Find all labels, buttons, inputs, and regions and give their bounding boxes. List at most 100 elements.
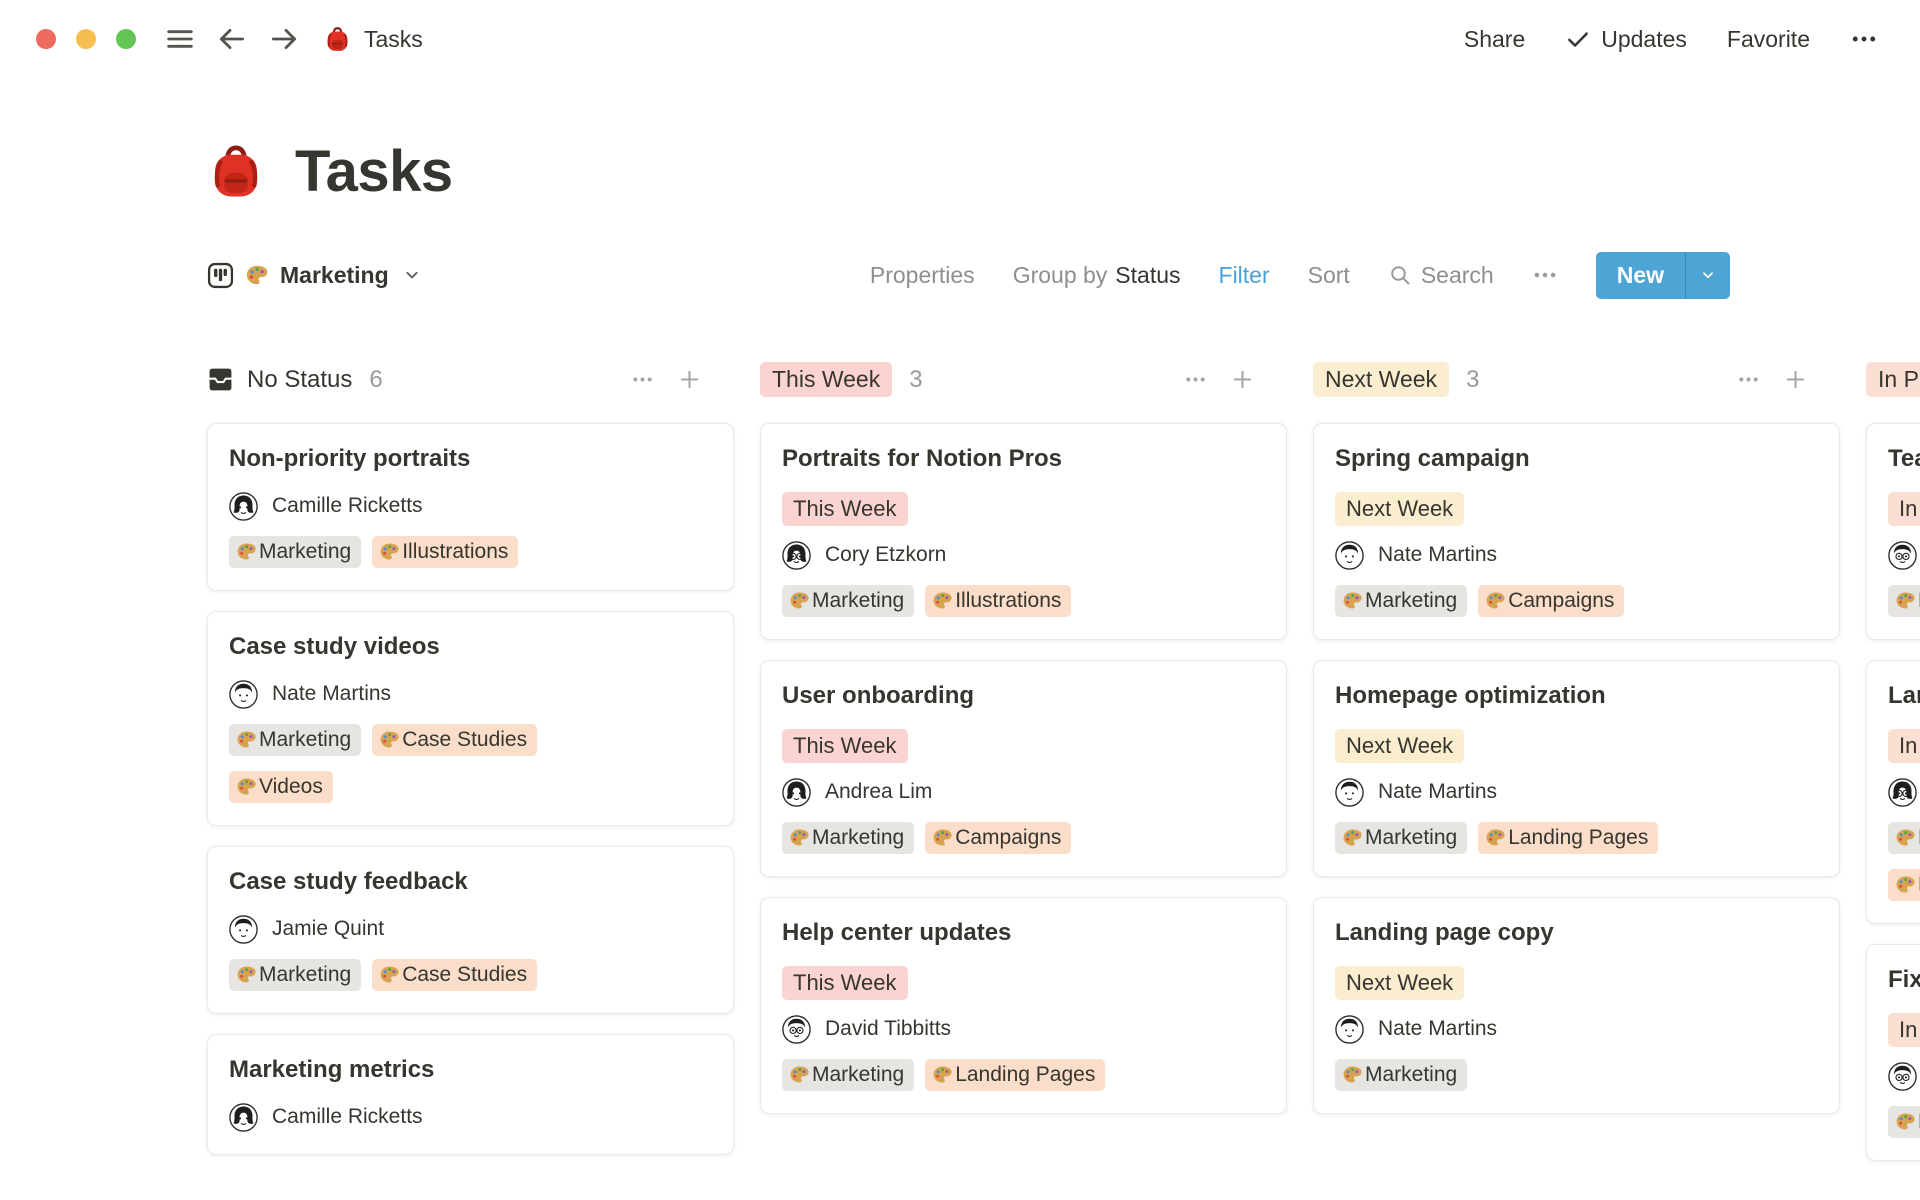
task-card[interactable]: Homepage optimizationNext WeekNate Marti… (1313, 660, 1840, 877)
task-card[interactable]: Marketing metrics Camille Ricketts (207, 1034, 734, 1155)
maximize-window-button[interactable] (116, 29, 136, 49)
tag: Marketing (229, 959, 361, 991)
sort-button[interactable]: Sort (1308, 262, 1350, 289)
add-card-icon[interactable] (1784, 368, 1808, 392)
status-badge: In P (1888, 492, 1920, 526)
card-status-row: This Week (782, 492, 1265, 526)
card-tags-row: Marketing Case Studies (229, 724, 712, 756)
assignee: Camille Ricketts (229, 1103, 712, 1132)
task-card[interactable]: Portraits for Notion ProsThis WeekCory E… (760, 423, 1287, 640)
add-card-icon[interactable] (678, 368, 702, 392)
column-status-badge[interactable]: In Pr (1866, 362, 1920, 397)
palette-icon (932, 590, 953, 611)
card-title: Case study feedback (229, 867, 712, 897)
card-tags-row: MarketingIllustrations (782, 585, 1265, 617)
column-cards: Portraits for Notion ProsThis WeekCory E… (760, 423, 1287, 1114)
search-button[interactable]: Search (1388, 262, 1494, 289)
palette-icon (1485, 827, 1506, 848)
checkmark-icon (1565, 26, 1591, 52)
task-card[interactable]: TearIn PDM (1866, 423, 1920, 640)
tag: Landing Pages (925, 1059, 1105, 1091)
tag: M (1888, 822, 1920, 854)
column-controls (1737, 368, 1840, 392)
task-card[interactable]: Non-priority portraitsCamille RickettsMa… (207, 423, 734, 591)
favorite-button[interactable]: Favorite (1727, 26, 1810, 53)
task-card[interactable]: Fix sIn PDM (1866, 944, 1920, 1161)
tag: Marketing (1335, 822, 1467, 854)
more-options-icon[interactable] (1850, 25, 1878, 53)
tag-label: Landing Pages (955, 1063, 1095, 1087)
tag: Campaigns (925, 822, 1071, 854)
filter-button[interactable]: Filter (1219, 262, 1270, 289)
tag: L (1888, 869, 1920, 901)
share-button[interactable]: Share (1464, 26, 1525, 53)
assignee-avatar (782, 1015, 811, 1044)
column-controls (631, 368, 734, 392)
assignee-avatar (1888, 1062, 1917, 1091)
tag: Marketing (229, 724, 361, 756)
card-title: Marketing metrics (229, 1055, 712, 1085)
inbox-icon (207, 366, 234, 393)
palette-icon (236, 729, 257, 750)
card-tags-row: Marketing (1335, 1059, 1818, 1091)
card-title: User onboarding (782, 681, 1265, 711)
card-status-row: This Week (782, 966, 1265, 1000)
view-switcher[interactable]: Marketing (207, 262, 422, 289)
assignee-avatar (782, 541, 811, 570)
task-card[interactable]: User onboardingThis WeekAndrea LimMarket… (760, 660, 1287, 877)
task-card[interactable]: Help center updatesThis WeekDavid Tibbit… (760, 897, 1287, 1114)
assignee-name: Andrea Lim (825, 780, 932, 804)
sidebar-menu-icon[interactable] (164, 23, 196, 55)
column-more-icon[interactable] (1737, 368, 1761, 392)
tag-label: Marketing (812, 1063, 904, 1087)
assignee-avatar (1335, 778, 1364, 807)
updates-button[interactable]: Updates (1565, 26, 1687, 53)
back-arrow-icon[interactable] (216, 23, 248, 55)
task-card[interactable]: Spring campaignNext WeekNate MartinsMark… (1313, 423, 1840, 640)
board-column-next-week: Next Week3Spring campaignNext WeekNate M… (1313, 361, 1840, 1161)
new-dropdown-button[interactable] (1686, 252, 1730, 299)
palette-icon (789, 1064, 810, 1085)
breadcrumb[interactable]: Tasks (324, 26, 423, 53)
page-title[interactable]: Tasks (295, 140, 453, 204)
task-card[interactable]: Case study videosNate MartinsMarketingCa… (207, 611, 734, 826)
task-card[interactable]: Case study feedbackJamie QuintMarketingC… (207, 846, 734, 1014)
column-status-badge[interactable]: Next Week (1313, 362, 1449, 397)
card-title: Tear (1888, 444, 1920, 474)
palette-icon (1342, 1064, 1363, 1085)
column-header: No Status6 (207, 361, 734, 399)
properties-button[interactable]: Properties (870, 262, 975, 289)
tag-label: Marketing (259, 728, 351, 752)
page-backpack-icon[interactable] (207, 143, 265, 201)
task-card[interactable]: LandIn PCML (1866, 660, 1920, 924)
column-cards: TearIn PDMLandIn PCMLFix sIn PDM (1866, 423, 1920, 1161)
tag-label: Marketing (1365, 589, 1457, 613)
add-card-icon[interactable] (1231, 368, 1255, 392)
board-column-this-week: This Week3Portraits for Notion ProsThis … (760, 361, 1287, 1161)
chevron-down-icon (402, 265, 422, 285)
column-more-icon[interactable] (631, 368, 655, 392)
status-badge: Next Week (1335, 729, 1464, 763)
close-window-button[interactable] (36, 29, 56, 49)
column-more-icon[interactable] (1184, 368, 1208, 392)
forward-arrow-icon[interactable] (268, 23, 300, 55)
page-header: Tasks (207, 140, 1920, 204)
tag: Marketing (1335, 1059, 1467, 1091)
assignee: C (1888, 778, 1920, 807)
column-label: No Status (247, 366, 352, 394)
palette-icon (1342, 590, 1363, 611)
column-title[interactable]: No Status (207, 366, 352, 394)
new-button[interactable]: New (1596, 252, 1730, 299)
tag-label: Videos (259, 775, 323, 799)
group-by-button[interactable]: Group byStatus (1013, 262, 1181, 289)
tag: Landing Pages (1478, 822, 1658, 854)
assignee-avatar (782, 778, 811, 807)
task-card[interactable]: Landing page copyNext WeekNate MartinsMa… (1313, 897, 1840, 1114)
column-status-badge[interactable]: This Week (760, 362, 892, 397)
assignee-avatar (1335, 1015, 1364, 1044)
view-more-icon[interactable] (1532, 262, 1558, 288)
tag-label: Case Studies (402, 728, 527, 752)
status-badge: This Week (782, 729, 908, 763)
minimize-window-button[interactable] (76, 29, 96, 49)
tag: Case Studies (372, 959, 537, 991)
